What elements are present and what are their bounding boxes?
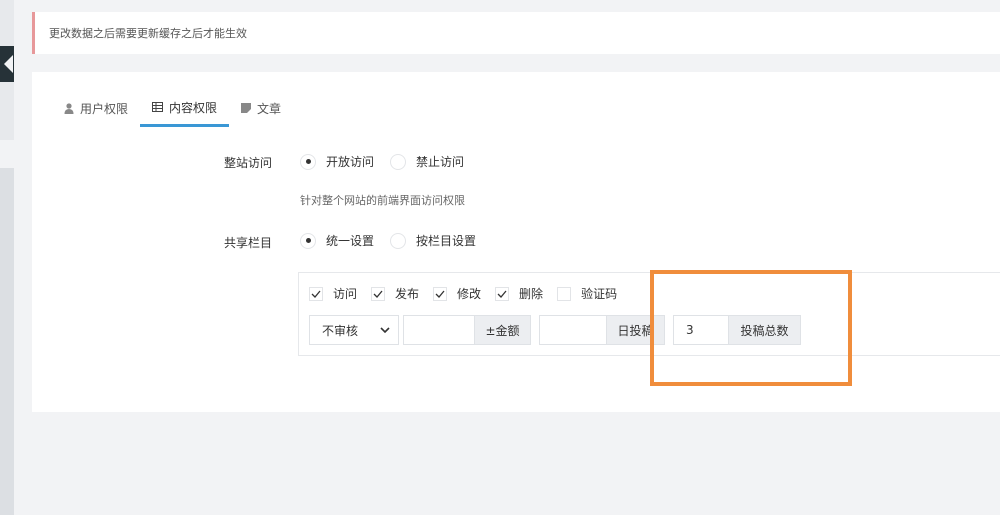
- check-icon: [311, 290, 321, 298]
- radio-label-forbid-access: 禁止访问: [416, 155, 465, 169]
- chevron-down-icon: [380, 327, 390, 333]
- article-icon: [241, 103, 252, 113]
- review-select-value: 不审核: [322, 323, 359, 338]
- table-icon: [152, 102, 164, 112]
- radio-unified-setting[interactable]: [300, 232, 316, 249]
- checkbox-visit[interactable]: [309, 286, 323, 301]
- radio-per-column-setting[interactable]: [390, 232, 407, 249]
- checkbox-label-publish: 发布: [395, 287, 420, 301]
- review-select[interactable]: 不审核: [309, 315, 399, 345]
- site-access-label: 整站访问: [223, 156, 272, 170]
- check-icon: [435, 290, 445, 298]
- permission-card: 用户权限 内容权限 文章 整站访问 开放访问 禁止访问 针对整个网站的前端界面访…: [32, 72, 1000, 412]
- tab-label: 用户权限: [80, 101, 129, 116]
- sidebar-gap: [0, 140, 14, 168]
- shared-column-radio-group: 统一设置 按栏目设置: [300, 232, 492, 249]
- daily-post-addon: 日投稿: [607, 315, 665, 345]
- check-icon: [497, 290, 507, 298]
- page: 更改数据之后需要更新缓存之后才能生效 用户权限 内容权限 文章 整站访问 开放访…: [0, 0, 1000, 515]
- chevron-left-icon: [3, 55, 13, 73]
- checkbox-label-edit: 修改: [457, 287, 482, 301]
- permissions-panel: 访问 发布 修改 删除 验证码 不审核 ±金额 日投稿 3 投稿总数: [298, 272, 1000, 356]
- radio-label-per-column-setting: 按栏目设置: [416, 234, 477, 248]
- permission-checkboxes: 访问 发布 修改 删除 验证码: [309, 285, 631, 302]
- notice-alert: 更改数据之后需要更新缓存之后才能生效: [32, 12, 1000, 54]
- amount-addon: ±金额: [475, 315, 531, 345]
- checkbox-delete[interactable]: [495, 286, 510, 301]
- amount-input[interactable]: [403, 315, 475, 345]
- tab-label: 内容权限: [169, 100, 218, 115]
- total-post-input[interactable]: 3: [673, 315, 729, 345]
- radio-forbid-access[interactable]: [390, 153, 407, 170]
- daily-post-input-group: 日投稿: [539, 315, 665, 345]
- tab-label: 文章: [257, 101, 282, 116]
- radio-open-access[interactable]: [300, 153, 316, 170]
- shared-column-label: 共享栏目: [223, 236, 272, 250]
- user-icon: [64, 102, 74, 114]
- checkbox-edit[interactable]: [433, 286, 448, 301]
- radio-label-open-access: 开放访问: [326, 155, 375, 169]
- checkbox-label-captcha: 验证码: [581, 287, 618, 301]
- site-access-radio-group: 开放访问 禁止访问: [300, 153, 480, 170]
- check-icon: [373, 290, 383, 298]
- checkbox-captcha[interactable]: [557, 286, 572, 301]
- notice-text: 更改数据之后需要更新缓存之后才能生效: [49, 27, 247, 40]
- tab-user-permissions[interactable]: 用户权限: [52, 90, 140, 126]
- checkbox-label-delete: 删除: [519, 287, 544, 301]
- sidebar-collapse-button[interactable]: [0, 46, 14, 82]
- permission-controls: 不审核 ±金额 日投稿 3 投稿总数: [309, 315, 809, 345]
- amount-input-group: ±金额: [403, 315, 531, 345]
- tab-content-permissions[interactable]: 内容权限: [140, 90, 230, 127]
- tab-bar: 用户权限 内容权限 文章: [52, 90, 293, 128]
- daily-post-input[interactable]: [539, 315, 607, 345]
- total-post-input-group: 3 投稿总数: [673, 315, 801, 345]
- checkbox-publish[interactable]: [371, 286, 386, 301]
- total-post-addon: 投稿总数: [729, 315, 801, 345]
- radio-label-unified-setting: 统一设置: [326, 234, 375, 248]
- checkbox-label-visit: 访问: [333, 287, 358, 301]
- tab-article[interactable]: 文章: [229, 90, 293, 126]
- site-access-hint: 针对整个网站的前端界面访问权限: [300, 194, 465, 207]
